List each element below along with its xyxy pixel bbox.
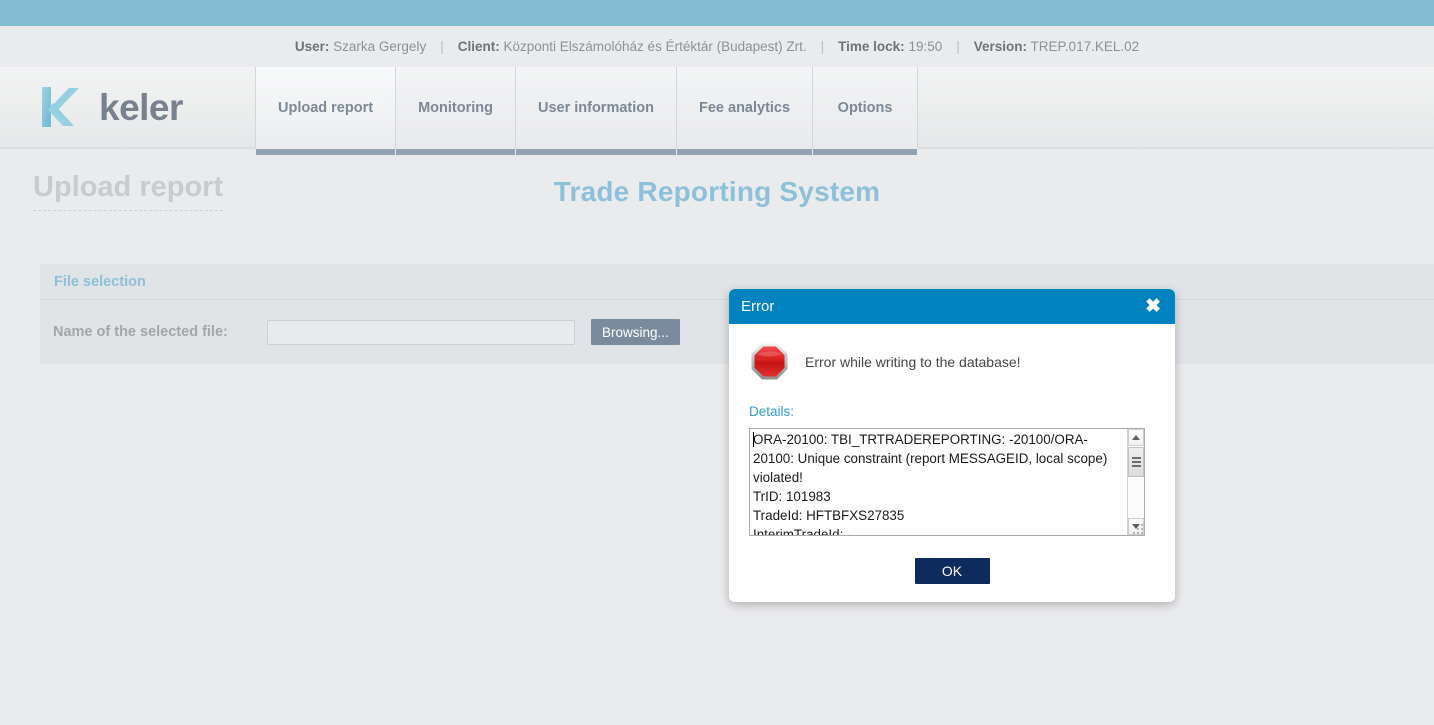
- close-icon[interactable]: ✖: [1145, 297, 1161, 316]
- browsing-button[interactable]: Browsing...: [591, 319, 680, 345]
- client-info: Client: Központi Elszámolóház és Értéktá…: [458, 39, 807, 54]
- keler-k-logo-icon: [38, 83, 86, 131]
- tab-user-information[interactable]: User information: [514, 67, 676, 155]
- grip-line: [1131, 465, 1141, 467]
- tab-monitoring[interactable]: Monitoring: [395, 67, 515, 155]
- tab-label: Options: [837, 100, 893, 116]
- top-accent-strip: [0, 0, 1434, 26]
- client-value: Központi Elszámolóház és Értéktár (Budap…: [503, 39, 807, 54]
- tab-options[interactable]: Options: [812, 67, 919, 155]
- details-textarea-wrapper: [749, 428, 1145, 536]
- error-dialog: Error ✖ Error while writing to the datab…: [729, 289, 1175, 602]
- tab-label: Upload report: [278, 100, 374, 116]
- scroll-up-button[interactable]: [1128, 429, 1144, 446]
- stop-error-icon: [750, 342, 789, 381]
- tab-fee-analytics[interactable]: Fee analytics: [675, 67, 813, 155]
- timelock-info: Time lock: 19:50: [838, 39, 942, 54]
- tab-underline: [515, 149, 676, 155]
- session-info-bar: User: Szarka Gergely | Client: Központi …: [0, 26, 1434, 67]
- main-navigation-tabs: Upload report Monitoring User informatio…: [255, 67, 919, 155]
- resize-handle-icon[interactable]: [1133, 524, 1143, 534]
- info-separator: |: [440, 39, 444, 54]
- details-scrollbar[interactable]: [1127, 429, 1144, 535]
- user-info: User: Szarka Gergely: [295, 39, 426, 54]
- user-value: Szarka Gergely: [333, 39, 427, 54]
- tab-label: User information: [537, 100, 654, 116]
- timelock-value: 19:50: [908, 39, 943, 54]
- dialog-titlebar: Error ✖: [729, 289, 1175, 324]
- details-textarea[interactable]: [750, 429, 1122, 535]
- brand-name: keler: [99, 86, 183, 128]
- version-info: Version: TREP.017.KEL.02: [974, 39, 1139, 54]
- version-label: Version:: [973, 39, 1028, 54]
- tab-underline: [813, 149, 918, 155]
- scrollbar-thumb[interactable]: [1128, 447, 1144, 477]
- dialog-body: Error while writing to the database! Det…: [729, 324, 1175, 602]
- grip-line: [1131, 461, 1141, 463]
- selected-file-label: Name of the selected file:: [53, 324, 228, 340]
- brand-logo[interactable]: keler: [38, 78, 183, 136]
- chevron-up-icon: [1132, 435, 1140, 440]
- dialog-message: Error while writing to the database!: [805, 353, 1021, 370]
- info-separator: |: [956, 39, 960, 54]
- grip-line: [1131, 457, 1141, 459]
- dialog-title: Error: [741, 298, 775, 315]
- version-value: TREP.017.KEL.02: [1030, 39, 1140, 54]
- dialog-actions: OK: [749, 558, 1155, 584]
- tab-underline: [256, 149, 396, 155]
- user-label: User:: [294, 39, 330, 54]
- tab-label: Fee analytics: [698, 100, 791, 116]
- client-label: Client:: [457, 39, 500, 54]
- tab-underline: [396, 149, 515, 155]
- timelock-label: Time lock:: [838, 39, 905, 54]
- tab-underline: [676, 149, 813, 155]
- dialog-message-row: Error while writing to the database!: [749, 342, 1155, 381]
- details-label: Details:: [749, 404, 795, 419]
- tab-upload-report[interactable]: Upload report: [255, 67, 396, 155]
- selected-file-input[interactable]: [267, 319, 575, 345]
- ok-button[interactable]: OK: [914, 558, 990, 584]
- system-title: Trade Reporting System: [553, 176, 881, 207]
- tab-label: Monitoring: [418, 100, 493, 116]
- info-separator: |: [820, 39, 825, 54]
